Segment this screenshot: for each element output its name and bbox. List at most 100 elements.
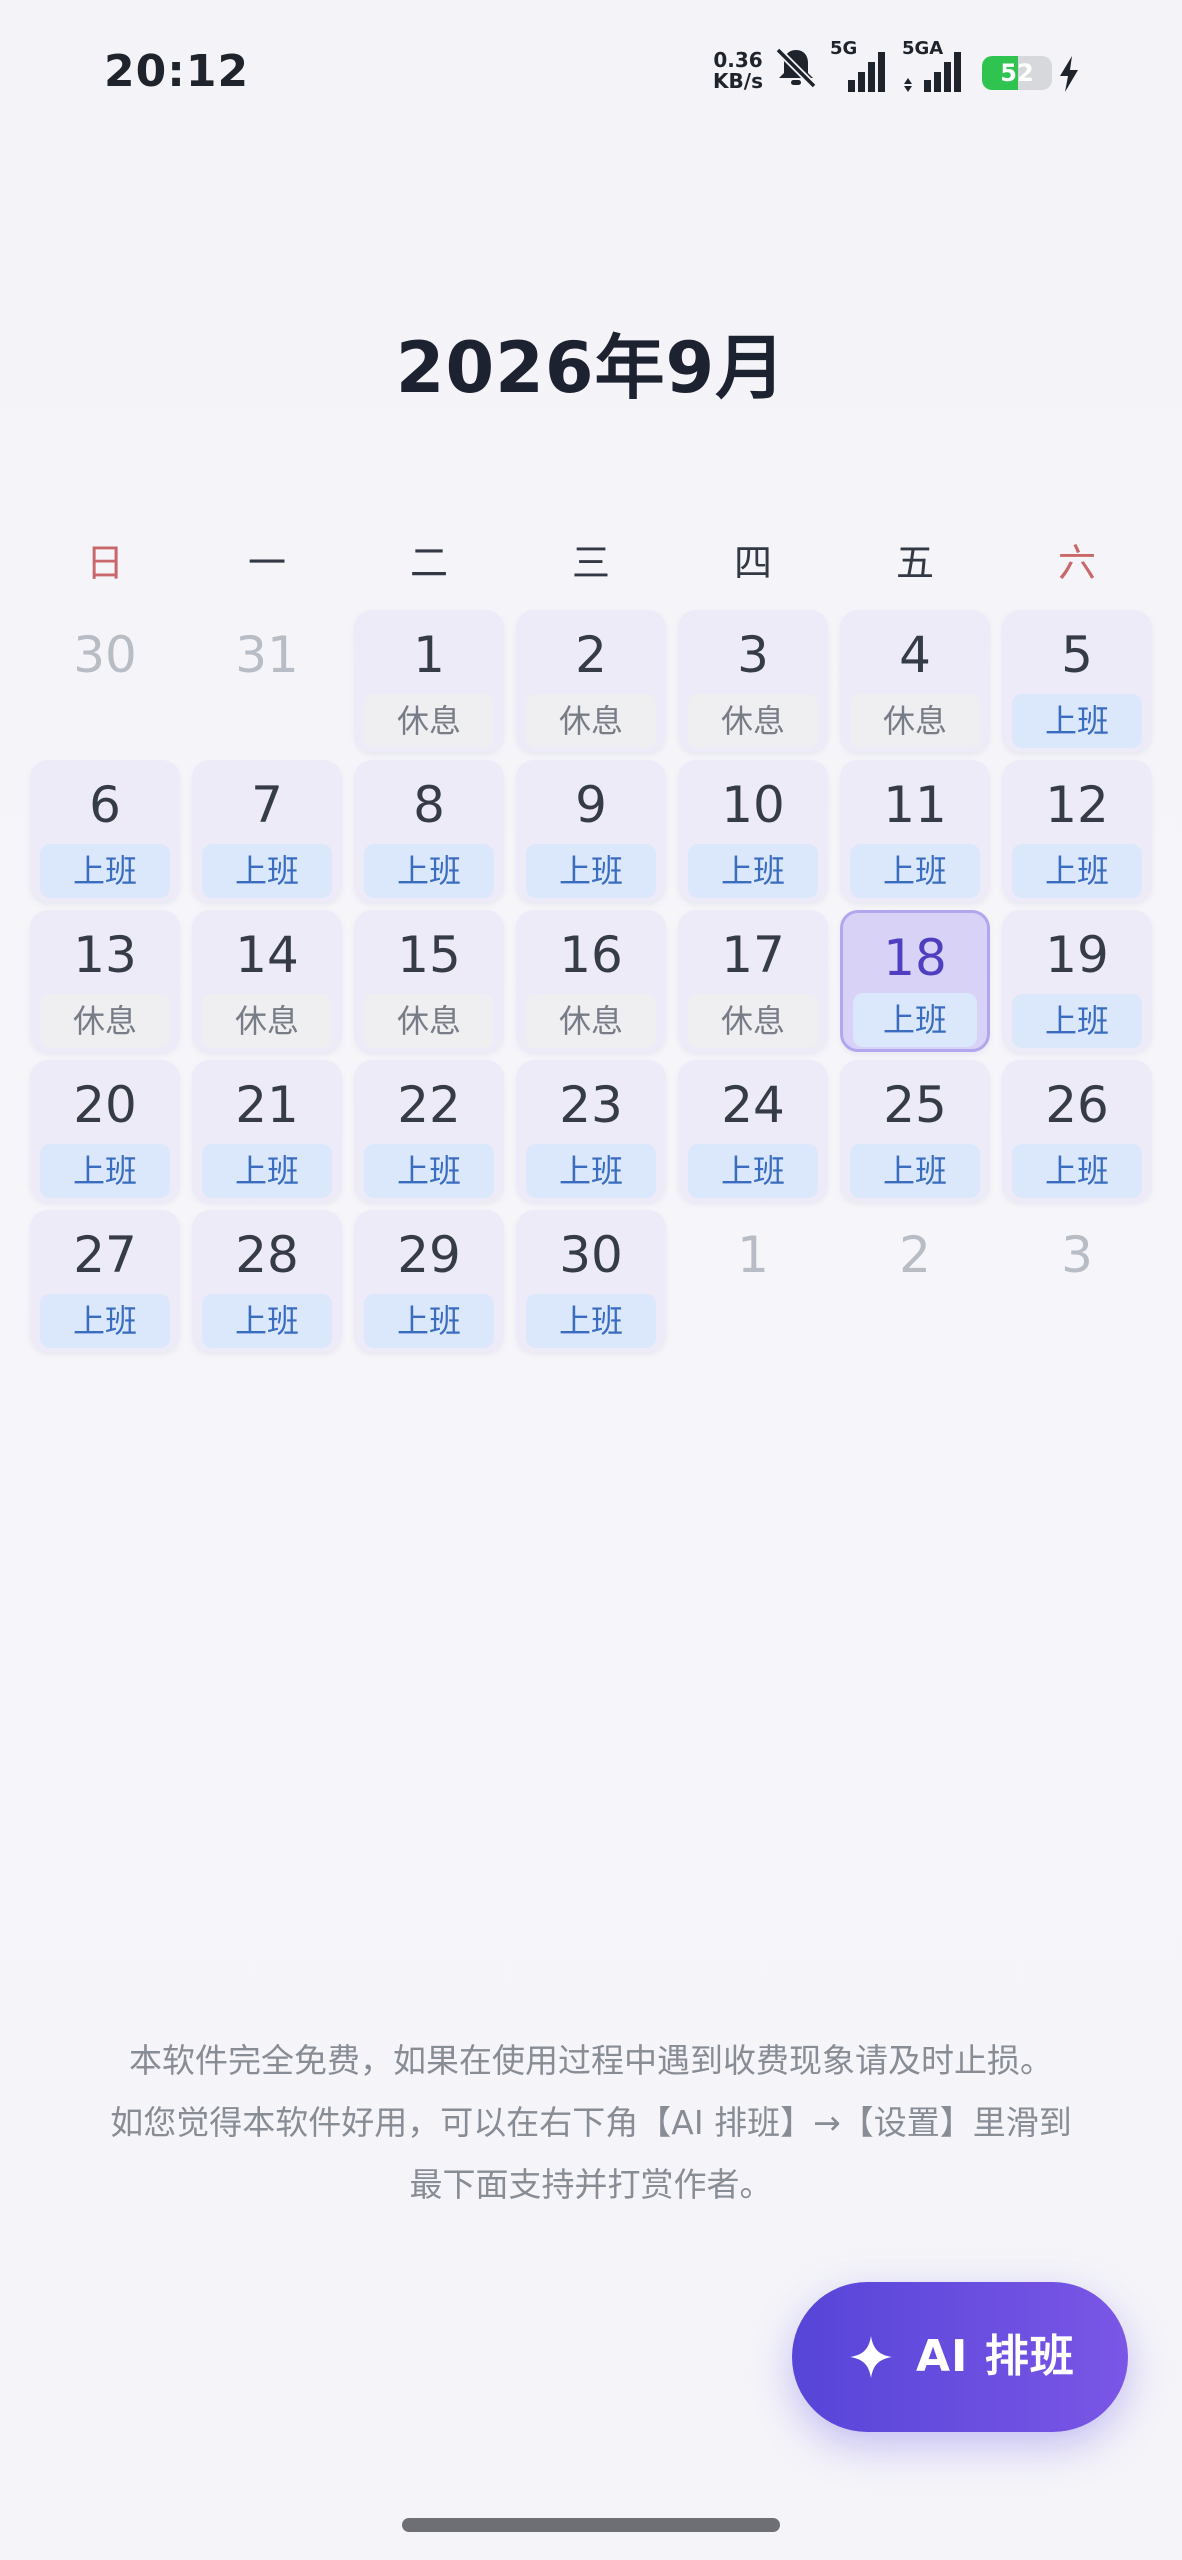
shift-tag-work: 上班 bbox=[1012, 994, 1142, 1048]
day-number: 1 bbox=[737, 1226, 769, 1284]
ai-schedule-button[interactable]: AI 排班 bbox=[792, 2282, 1128, 2432]
calendar-day[interactable]: 6 上班 bbox=[30, 760, 180, 902]
day-number: 31 bbox=[235, 626, 299, 684]
calendar-day-today[interactable]: 18 上班 bbox=[840, 910, 990, 1052]
signal-label-5g: 5G bbox=[830, 38, 858, 59]
day-number: 2 bbox=[575, 626, 607, 684]
calendar-day[interactable]: 19 上班 bbox=[1002, 910, 1152, 1052]
home-indicator[interactable] bbox=[402, 2518, 780, 2532]
notice-line: 最下面支持并打赏作者。 bbox=[409, 2165, 773, 2204]
shift-tag-work: 上班 bbox=[688, 1144, 818, 1198]
calendar-day[interactable]: 16 休息 bbox=[516, 910, 666, 1052]
calendar-day[interactable]: 21 上班 bbox=[192, 1060, 342, 1202]
day-number: 7 bbox=[251, 776, 283, 834]
calendar-day[interactable]: 7 上班 bbox=[192, 760, 342, 902]
day-number: 21 bbox=[235, 1076, 299, 1134]
weekday-label: 六 bbox=[1057, 541, 1096, 585]
calendar-day[interactable]: 13 休息 bbox=[30, 910, 180, 1052]
calendar-day[interactable]: 3 休息 bbox=[678, 610, 828, 752]
calendar-day[interactable]: 24 上班 bbox=[678, 1060, 828, 1202]
calendar-day[interactable]: 28 上班 bbox=[192, 1210, 342, 1352]
calendar-day[interactable]: 25 上班 bbox=[840, 1060, 990, 1202]
day-number: 20 bbox=[73, 1076, 137, 1134]
day-number: 18 bbox=[883, 929, 947, 987]
day-number: 8 bbox=[413, 776, 445, 834]
shift-tag-rest: 休息 bbox=[40, 994, 170, 1048]
shift-tag-work: 上班 bbox=[364, 1144, 494, 1198]
network-speed: 0.36 KB/s bbox=[708, 50, 768, 92]
calendar-day[interactable]: 15 休息 bbox=[354, 910, 504, 1052]
calendar-day[interactable]: 17 休息 bbox=[678, 910, 828, 1052]
calendar-grid: 30 31 1 休息 2 休息 3 休息 4 休息 5 上班 6 上班 7 上班 8 上班 9 上班 10 上班 11 上班 1… bbox=[30, 610, 1152, 1360]
calendar-day[interactable]: 31 bbox=[192, 610, 342, 752]
calendar-day[interactable]: 8 上班 bbox=[354, 760, 504, 902]
shift-tag-work: 上班 bbox=[364, 1294, 494, 1348]
calendar-day[interactable]: 3 bbox=[1002, 1210, 1152, 1352]
day-number: 17 bbox=[721, 926, 785, 984]
day-number: 26 bbox=[1045, 1076, 1109, 1134]
calendar-day[interactable]: 1 休息 bbox=[354, 610, 504, 752]
day-number: 10 bbox=[721, 776, 785, 834]
calendar-day[interactable]: 9 上班 bbox=[516, 760, 666, 902]
signal-label-5ga: 5GA bbox=[902, 38, 944, 59]
shift-tag-work: 上班 bbox=[1012, 1144, 1142, 1198]
calendar-day[interactable]: 4 休息 bbox=[840, 610, 990, 752]
calendar-day[interactable]: 29 上班 bbox=[354, 1210, 504, 1352]
weekday-label: 一 bbox=[247, 541, 286, 585]
free-software-notice: 本软件完全免费，如果在使用过程中遇到收费现象请及时止损。 如您觉得本软件好用，可… bbox=[40, 2030, 1142, 2216]
shift-tag-work: 上班 bbox=[1012, 844, 1142, 898]
calendar-day[interactable]: 11 上班 bbox=[840, 760, 990, 902]
battery-level: 52 bbox=[1000, 59, 1034, 87]
shift-tag-rest: 休息 bbox=[526, 994, 656, 1048]
shift-tag-rest: 休息 bbox=[688, 694, 818, 748]
day-number: 14 bbox=[235, 926, 299, 984]
calendar-day[interactable]: 30 bbox=[30, 610, 180, 752]
shift-tag-work: 上班 bbox=[40, 844, 170, 898]
day-number: 19 bbox=[1045, 926, 1109, 984]
calendar-day[interactable]: 2 休息 bbox=[516, 610, 666, 752]
day-number: 11 bbox=[883, 776, 947, 834]
calendar-day[interactable]: 20 上班 bbox=[30, 1060, 180, 1202]
calendar-day[interactable]: 27 上班 bbox=[30, 1210, 180, 1352]
calendar-day[interactable]: 26 上班 bbox=[1002, 1060, 1152, 1202]
signal-icon: 5GA bbox=[898, 38, 972, 100]
day-number: 16 bbox=[559, 926, 623, 984]
calendar-day[interactable]: 5 上班 bbox=[1002, 610, 1152, 752]
calendar-day[interactable]: 23 上班 bbox=[516, 1060, 666, 1202]
calendar-day[interactable]: 10 上班 bbox=[678, 760, 828, 902]
day-number: 28 bbox=[235, 1226, 299, 1284]
calendar-day[interactable]: 22 上班 bbox=[354, 1060, 504, 1202]
shift-tag-work: 上班 bbox=[850, 844, 980, 898]
ai-schedule-label: AI 排班 bbox=[916, 2331, 1075, 2382]
day-number: 22 bbox=[397, 1076, 461, 1134]
shift-tag-work: 上班 bbox=[40, 1294, 170, 1348]
bell-mute-icon bbox=[772, 44, 820, 96]
shift-tag-rest: 休息 bbox=[202, 994, 332, 1048]
shift-tag-rest: 休息 bbox=[364, 694, 494, 748]
sparkle-icon bbox=[850, 2336, 892, 2382]
shift-tag-rest: 休息 bbox=[688, 994, 818, 1048]
shift-tag-work: 上班 bbox=[526, 1294, 656, 1348]
weekday-header: 日一二三四五六 bbox=[30, 532, 1152, 592]
day-number: 6 bbox=[89, 776, 121, 834]
shift-tag-work: 上班 bbox=[853, 993, 977, 1047]
status-time: 20:12 bbox=[104, 46, 250, 97]
calendar-day[interactable]: 14 休息 bbox=[192, 910, 342, 1052]
calendar-day[interactable]: 1 bbox=[678, 1210, 828, 1352]
shift-tag-work: 上班 bbox=[202, 1144, 332, 1198]
day-number: 27 bbox=[73, 1226, 137, 1284]
charging-bolt-icon bbox=[1058, 56, 1080, 96]
signal-icon: 5G bbox=[826, 38, 892, 100]
day-number: 3 bbox=[737, 626, 769, 684]
calendar-day[interactable]: 30 上班 bbox=[516, 1210, 666, 1352]
shift-tag-work: 上班 bbox=[40, 1144, 170, 1198]
calendar-day[interactable]: 2 bbox=[840, 1210, 990, 1352]
month-title[interactable]: 2026年9月 bbox=[0, 312, 1182, 413]
calendar-day[interactable]: 12 上班 bbox=[1002, 760, 1152, 902]
shift-tag-work: 上班 bbox=[688, 844, 818, 898]
day-number: 24 bbox=[721, 1076, 785, 1134]
shift-tag-work: 上班 bbox=[202, 1294, 332, 1348]
shift-tag-work: 上班 bbox=[364, 844, 494, 898]
day-number: 9 bbox=[575, 776, 607, 834]
weekday-label: 五 bbox=[895, 541, 934, 585]
